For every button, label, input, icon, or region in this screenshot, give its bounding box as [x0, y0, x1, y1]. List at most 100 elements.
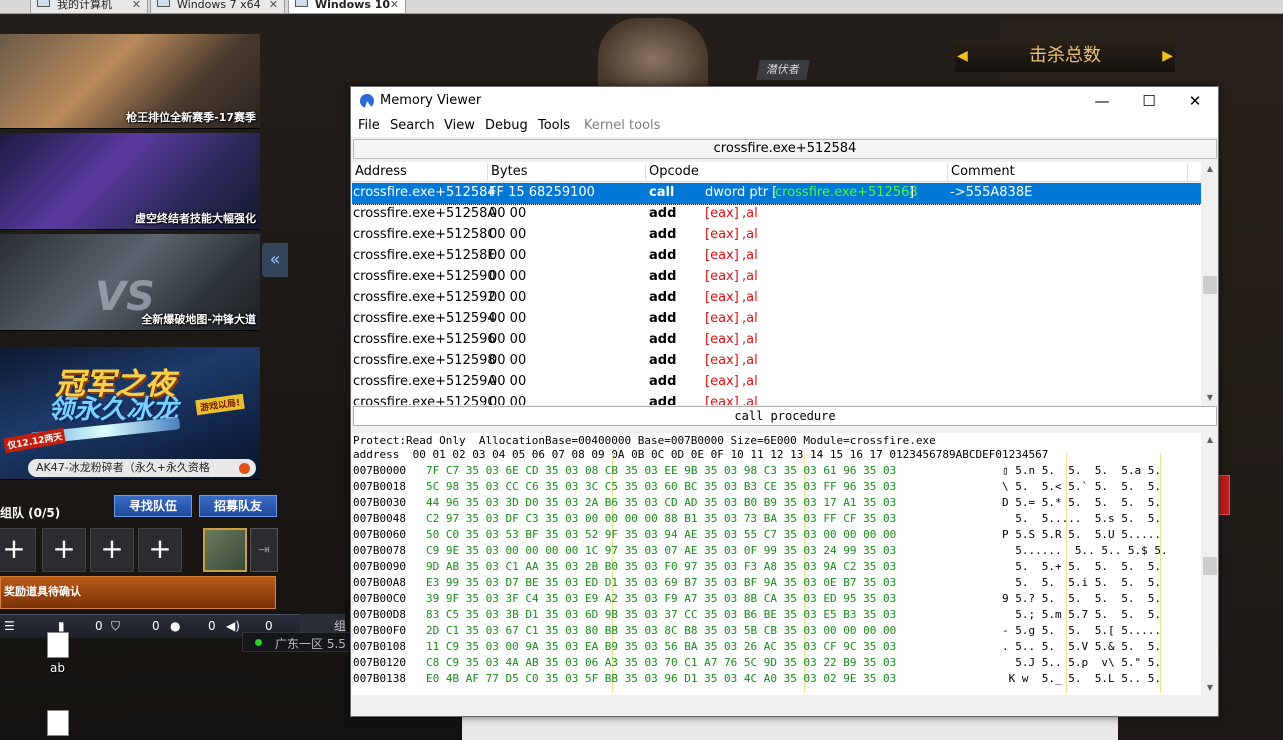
close-icon[interactable]: ✕	[390, 0, 399, 12]
hex-address: 007B0000	[353, 464, 406, 477]
hex-ascii: 5.J 5.. 5.p v\ 5." 5.	[1002, 656, 1161, 669]
row-opcode: add	[649, 269, 677, 284]
file-icon[interactable]	[47, 632, 69, 658]
hex-bytes: 9D AB 35 03 C1 AA 35 03 2B B0 35 03 F0 9…	[426, 560, 897, 573]
menu-icon[interactable]: ☰	[4, 619, 15, 633]
menu-kernel-tools: Kernel tools	[584, 118, 661, 133]
disassembler-list[interactable]: crossfire.exe+512584 FF 15 68259100 call dw…	[352, 183, 1201, 405]
vm-tab-my-computer[interactable]: 我的计算机 ✕	[30, 0, 148, 14]
menu-search[interactable]: Search	[390, 118, 435, 133]
row-opcode: add	[649, 206, 677, 221]
reward-confirm-bar[interactable]: 奖励道具待确认	[0, 576, 276, 609]
add-member-slot[interactable]: +	[0, 528, 36, 572]
row-operand-tail: ,al	[742, 227, 758, 242]
hex-address: 007B0060	[353, 528, 406, 541]
exit-team-icon[interactable]: ⇥	[250, 528, 278, 572]
banner-ranked-season[interactable]: 枪王排位全新赛季-17赛季	[0, 34, 260, 129]
hex-ascii: 5. 5.+ 5. 5. 5. 5.	[1002, 560, 1161, 573]
menu-tools[interactable]: Tools	[538, 118, 570, 133]
scroll-thumb[interactable]	[1203, 557, 1217, 575]
status-line: call procedure	[353, 406, 1217, 426]
title-bar[interactable]: Memory Viewer — ☐ ✕	[351, 87, 1218, 115]
arrow-left-icon[interactable]: ◀	[957, 40, 968, 72]
hex-bytes: C8 C9 35 03 4A AB 35 03 06 A3 35 03 70 C…	[426, 656, 897, 669]
column-bytes[interactable]: Bytes	[488, 164, 646, 182]
row-operand-register: [eax]	[705, 353, 739, 368]
banner-champion-night[interactable]: 冠军之夜 领永久冰龙 游戏以局! 仅12.12两天 AK47-冰龙粉碎者（永久+…	[0, 347, 260, 480]
vm-tab-label: Windows 7 x64	[177, 0, 261, 11]
vm-tab-windows10[interactable]: Windows 10 ✕	[288, 0, 406, 14]
hex-scrollbar[interactable]: ▲ ▼	[1202, 433, 1218, 695]
row-operand-tail: ,al	[742, 290, 758, 305]
find-team-button[interactable]: 寻找队伍	[114, 495, 192, 517]
scroll-up-icon[interactable]: ▲	[1202, 433, 1218, 447]
disassembly-row[interactable]: crossfire.exe+512584 FF 15 68259100 call dw…	[352, 183, 1201, 205]
disassembly-row[interactable]: crossfire.exe+51258C 00 00 add [eax] ,al	[352, 225, 1201, 246]
shield-icon[interactable]: ⛉	[111, 619, 120, 634]
disassembly-row[interactable]: crossfire.exe+51258A 00 00 add [eax] ,al	[352, 204, 1201, 225]
vm-tab-strip: 我的计算机 ✕ Windows 7 x64 ✕ Windows 10 ✕	[0, 0, 1283, 14]
menu-file[interactable]: File	[358, 118, 380, 133]
hex-header-line: address 00 01 02 03 04 05 06 07 08 09 0A…	[353, 448, 1049, 461]
row-operand-tail: ,al	[742, 332, 758, 347]
minimize-button[interactable]: —	[1079, 87, 1125, 115]
row-operand-tail: ,al	[742, 248, 758, 263]
hex-view[interactable]: Protect:Read Only AllocationBase=0040000…	[352, 433, 1201, 695]
vm-tab-windows7[interactable]: Windows 7 x64 ✕	[150, 0, 285, 14]
bag-icon[interactable]: ▮	[58, 619, 65, 633]
column-opcode[interactable]: Opcode	[646, 164, 948, 182]
disassembly-row[interactable]: crossfire.exe+51258E 00 00 add [eax] ,al	[352, 246, 1201, 267]
add-member-slot[interactable]: +	[42, 528, 86, 572]
close-icon[interactable]: ✕	[269, 0, 278, 12]
column-address[interactable]: Address	[352, 164, 488, 182]
menu-view[interactable]: View	[444, 118, 475, 133]
file-icon[interactable]	[47, 710, 69, 736]
maximize-button[interactable]: ☐	[1126, 87, 1172, 115]
chat-icon[interactable]: ●	[170, 619, 180, 633]
close-button[interactable]: ✕	[1172, 87, 1218, 115]
hex-ascii: 5. 5. 5.i 5. 5. 5.	[1002, 576, 1161, 589]
hex-ascii: 9 5.? 5. 5. 5. 5. 5.	[1002, 592, 1161, 605]
record-dot-icon	[239, 463, 250, 474]
hex-address: 007B0090	[353, 560, 406, 573]
disassembly-row[interactable]: crossfire.exe+512592 00 00 add [eax] ,al	[352, 288, 1201, 309]
row-address: crossfire.exe+512584	[353, 185, 496, 200]
column-comment[interactable]: Comment	[948, 164, 1188, 182]
server-indicator[interactable]: 广东一区 5.5	[242, 632, 352, 652]
status-count: 0	[95, 619, 103, 633]
row-operand-ref: crossfire.exe+512568	[775, 185, 918, 200]
scroll-down-icon[interactable]: ▼	[1202, 391, 1218, 405]
close-icon[interactable]: ✕	[132, 0, 141, 12]
banner-new-map[interactable]: VS 全新爆破地图-冲锋大道	[0, 234, 260, 331]
disassembly-row[interactable]: crossfire.exe+512594 00 00 add [eax] ,al	[352, 309, 1201, 330]
banner-void-terminator[interactable]: 虚空终结者技能大幅强化	[0, 133, 260, 230]
add-member-slot[interactable]: +	[138, 528, 182, 572]
disassembly-row[interactable]: crossfire.exe+512590 00 00 add [eax] ,al	[352, 267, 1201, 288]
row-opcode: add	[649, 227, 677, 242]
recruit-button[interactable]: 招募队友	[199, 495, 277, 517]
horizontal-scrollbar[interactable]	[352, 696, 1217, 716]
hex-ascii: 5. 5..... 5.s 5. 5.	[1002, 512, 1161, 525]
vm-tab-label: Windows 10	[315, 0, 391, 11]
scroll-down-icon[interactable]: ▼	[1202, 681, 1218, 695]
collapse-chevron-icon[interactable]: «	[262, 243, 288, 277]
hex-bytes: 7F C7 35 03 6E CD 35 03 08 CB 35 03 EE 9…	[426, 464, 897, 477]
menu-debug[interactable]: Debug	[485, 118, 528, 133]
disassembly-row[interactable]: crossfire.exe+512596 00 00 add [eax] ,al	[352, 330, 1201, 351]
disassembly-row[interactable]: crossfire.exe+512598 00 00 add [eax] ,al	[352, 351, 1201, 372]
hex-bytes: 39 9F 35 03 3F C4 35 03 E9 A2 35 03 F9 A…	[426, 592, 897, 605]
scroll-thumb[interactable]	[1203, 276, 1217, 294]
disassembly-row[interactable]: crossfire.exe+51259A 00 00 add [eax] ,al	[352, 372, 1201, 393]
add-member-slot[interactable]: +	[90, 528, 134, 572]
address-display[interactable]: crossfire.exe+512584	[353, 139, 1217, 159]
computer-icon	[37, 0, 50, 7]
desktop-file-label[interactable]: ab	[50, 661, 65, 675]
speaker-icon[interactable]: ◀)	[226, 619, 240, 633]
row-address: crossfire.exe+512592	[353, 290, 496, 305]
arrow-right-icon[interactable]: ▶	[1162, 40, 1173, 72]
disassembly-row[interactable]: crossfire.exe+51259C 00 00 add [eax] ,al	[352, 393, 1201, 405]
scroll-up-icon[interactable]: ▲	[1202, 162, 1218, 176]
row-bytes: 00 00	[489, 353, 527, 368]
disassembler-scrollbar[interactable]: ▲ ▼	[1202, 162, 1218, 405]
avatar[interactable]	[203, 528, 247, 572]
